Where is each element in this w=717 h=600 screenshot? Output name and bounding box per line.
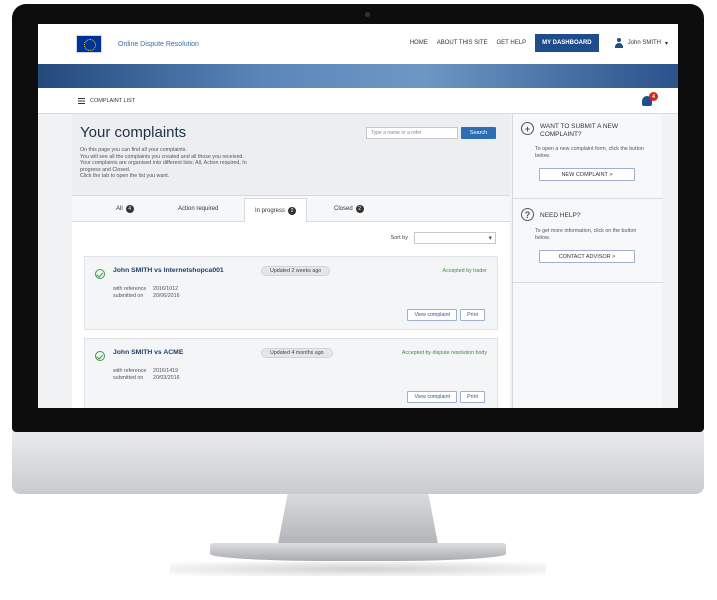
tab-count-badge: 2 (288, 207, 297, 215)
top-bar: Online Dispute Resolution HOME ABOUT THI… (38, 24, 678, 64)
help-heading: NEED HELP? (540, 212, 581, 219)
main-area: Your complaints On this page you can fin… (38, 114, 678, 408)
complaint-meta: with reference 2016/1012 submitted on 20/0… (113, 286, 180, 299)
submit-panel: + WANT TO SUBMIT A NEW COMPLAINT? To ope… (513, 114, 663, 210)
question-icon: ? (521, 208, 534, 221)
sort-label: Sort by (390, 235, 408, 241)
breadcrumb: COMPLAINT LIST 4 (38, 88, 678, 114)
tab-label: Action required (178, 206, 219, 212)
chevron-down-icon: ▾ (664, 40, 668, 47)
tab-label: In progress (255, 208, 286, 214)
tab-closed[interactable]: Closed 2 (334, 196, 364, 222)
monitor-chin (12, 432, 704, 494)
meta-value: 20/03/2016 (153, 374, 180, 381)
submit-heading: WANT TO SUBMIT A NEW COMPLAINT? (540, 123, 619, 138)
sidebar: + WANT TO SUBMIT A NEW COMPLAINT? To ope… (512, 114, 663, 408)
hero-banner (38, 64, 678, 88)
top-nav: HOME ABOUT THIS SITE GET HELP MY DASHBOA… (410, 34, 668, 52)
intro-line: progress and Closed. (80, 166, 131, 173)
view-complaint-button[interactable]: View complaint (407, 309, 457, 321)
search-input[interactable]: Type a name or a refer (366, 127, 458, 139)
camera-dot (365, 12, 370, 17)
check-circle-icon (95, 269, 105, 279)
site-brand[interactable]: Online Dispute Resolution (118, 41, 199, 48)
help-text: To get more information, click on the bu… (535, 228, 637, 241)
breadcrumb-label[interactable]: COMPLAINT LIST (90, 98, 135, 104)
user-name: John SMITH (627, 40, 661, 46)
notification-badge: 4 (649, 92, 658, 101)
print-button[interactable]: Print (460, 309, 485, 321)
meta-key: submitted on (113, 374, 144, 381)
plus-icon: + (521, 122, 534, 135)
tab-count-badge: 4 (125, 205, 134, 213)
meta-value: 2016/1012 (153, 286, 179, 292)
submit-text: To open a new complaint form, click the … (535, 146, 644, 159)
meta-value: 2016/1419 (153, 368, 179, 374)
list-item: John SMITH vs Internetshopca001 with ref… (84, 256, 498, 330)
check-circle-icon (95, 351, 105, 361)
complaint-tabs: All 4 Action required In progress 2 Clos… (72, 196, 510, 223)
contact-advisor-button[interactable]: CONTACT ADVISOR > (539, 250, 635, 263)
updated-badge: Updated 2 weeks ago (261, 266, 331, 276)
sidebar-divider (513, 282, 663, 283)
updated-badge: Updated 4 months ago (261, 348, 333, 358)
nav-about[interactable]: ABOUT THIS SITE (437, 40, 488, 46)
complaint-meta: with reference 2016/1419 submitted on 20/0… (113, 368, 180, 381)
intro-line: Your complaints are organised into diffe… (80, 160, 247, 167)
list-icon (78, 97, 85, 104)
user-menu[interactable]: John SMITH ▾ (614, 38, 668, 48)
monitor-mockup: Online Dispute Resolution HOME ABOUT THI… (0, 0, 717, 600)
nav-get-help[interactable]: GET HELP (497, 40, 527, 46)
complaints-panel: Your complaints On this page you can fin… (72, 114, 510, 408)
tab-in-progress[interactable]: In progress 2 (244, 198, 308, 223)
user-icon (614, 38, 624, 48)
view-complaint-button[interactable]: View complaint (407, 391, 457, 403)
sidebar-divider (513, 198, 663, 199)
my-dashboard-button[interactable]: MY DASHBOARD (535, 34, 599, 52)
monitor-stand-neck (278, 494, 438, 544)
new-complaint-button[interactable]: NEW COMPLAINT > (539, 168, 635, 181)
nav-home[interactable]: HOME (410, 40, 428, 46)
status-text: Accepted by dispute resolution body (401, 350, 487, 356)
tab-label: All (116, 206, 123, 212)
search-button[interactable]: Search (461, 127, 496, 139)
screen: Online Dispute Resolution HOME ABOUT THI… (38, 24, 678, 408)
tab-all[interactable]: All 4 (116, 196, 134, 222)
complaints-header: Your complaints On this page you can fin… (72, 114, 510, 196)
eu-flag-logo[interactable] (76, 35, 102, 53)
sort-select[interactable] (414, 232, 496, 244)
monitor-stand-base (210, 543, 506, 561)
list-item: John SMITH vs ACME with reference 2016/14… (84, 338, 498, 408)
intro-line: You will see all the complaints you crea… (80, 153, 244, 160)
meta-value: 20/06/2016 (153, 292, 180, 299)
meta-key: submitted on (113, 292, 144, 299)
intro-line: On this page you can find all your compl… (80, 147, 187, 153)
sort-control: Sort by (391, 232, 496, 244)
intro-line: Click the tab to open the list you want. (80, 173, 170, 180)
tab-count-badge: 2 (355, 205, 364, 213)
status-text: Accepted by trader (442, 268, 487, 274)
complaint-title[interactable]: John SMITH vs Internetshopca001 (113, 267, 233, 275)
intro-text: On this page you can find all your compl… (80, 147, 310, 180)
complaint-title[interactable]: John SMITH vs ACME (113, 349, 233, 357)
print-button[interactable]: Print (460, 391, 485, 403)
tab-action-required[interactable]: Action required (178, 196, 218, 222)
monitor-shadow (170, 562, 546, 576)
tab-label: Closed (334, 206, 353, 212)
complaint-list: John SMITH vs Internetshopca001 with ref… (72, 222, 510, 408)
